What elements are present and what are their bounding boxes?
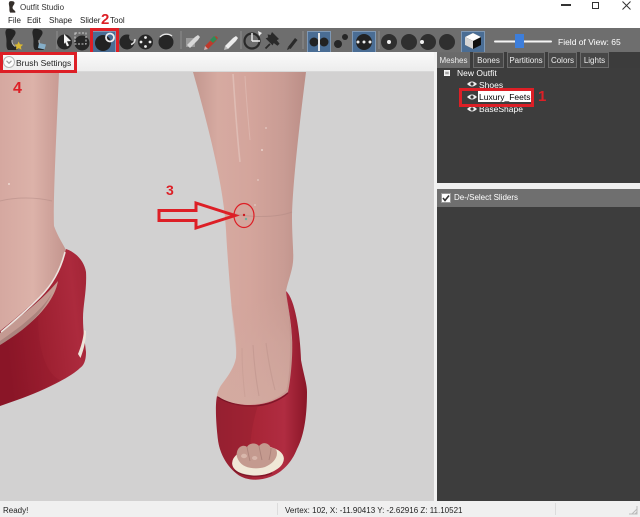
svg-text:Field of View: 65: Field of View: 65 — [558, 37, 621, 47]
